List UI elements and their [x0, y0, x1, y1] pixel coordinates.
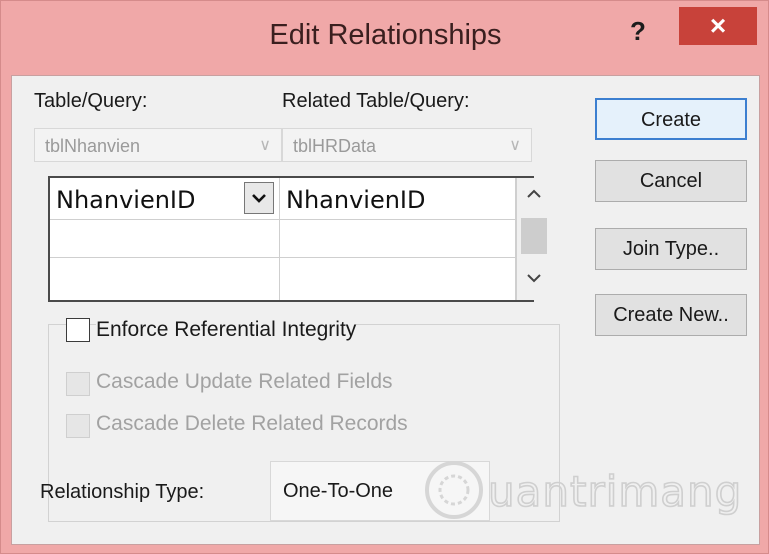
svg-text:uantrimang: uantrimang [488, 467, 742, 516]
join-type-button[interactable]: Join Type.. [595, 228, 747, 270]
watermark-logo: uantrimang [425, 461, 742, 519]
table-combo[interactable]: tblNhanvien ∨ [34, 128, 282, 162]
table-query-label: Table/Query: [34, 90, 148, 112]
cascade-delete-label: Cascade Delete Related Records [96, 412, 408, 435]
grid-cell-right[interactable] [280, 258, 516, 300]
grid-cell-left[interactable] [50, 220, 280, 258]
field-dropdown-button[interactable] [244, 182, 274, 214]
chevron-down-icon [252, 193, 266, 203]
cancel-button[interactable]: Cancel [595, 160, 747, 202]
chevron-down-icon: ∨ [509, 137, 521, 154]
enforce-integrity-label: Enforce Referential Integrity [96, 318, 357, 342]
title-bar[interactable]: Edit Relationships ? × [1, 1, 769, 75]
enforce-integrity-checkbox[interactable] [66, 318, 90, 342]
scroll-down-arrow-icon[interactable] [517, 268, 551, 298]
create-button[interactable]: Create [595, 98, 747, 140]
grid-cell-right[interactable] [280, 220, 516, 258]
grid-scrollbar[interactable] [516, 178, 552, 300]
relationship-type-label: Relationship Type: [40, 481, 205, 503]
cascade-update-checkbox[interactable] [66, 372, 90, 396]
grid-cell-right[interactable]: NhanvienID [280, 178, 516, 220]
related-table-combo-value: tblHRData [293, 136, 377, 156]
related-table-query-label: Related Table/Query: [282, 90, 470, 112]
left-field-value: NhanvienID [56, 186, 196, 214]
dialog-body: Table/Query: Related Table/Query: tblNha… [11, 75, 760, 545]
help-button[interactable]: ? [618, 13, 658, 49]
related-table-combo[interactable]: tblHRData ∨ [282, 128, 532, 162]
scroll-thumb[interactable] [521, 218, 547, 254]
table-combo-value: tblNhanvien [45, 136, 141, 156]
right-field-value: NhanvienID [286, 186, 426, 214]
cascade-update-label: Cascade Update Related Fields [96, 370, 393, 393]
grid-cell-left[interactable]: NhanvienID [50, 178, 280, 220]
grid-cell-left[interactable] [50, 258, 280, 300]
create-new-button[interactable]: Create New.. [595, 294, 747, 336]
edit-relationships-dialog: Edit Relationships ? × Table/Query: Rela… [0, 0, 769, 554]
cascade-delete-checkbox[interactable] [66, 414, 90, 438]
field-grid: NhanvienID NhanvienID [48, 176, 552, 302]
scroll-up-arrow-icon[interactable] [517, 184, 551, 214]
relationship-type-value: One-To-One [283, 480, 394, 502]
close-button[interactable]: × [679, 7, 757, 45]
chevron-down-icon: ∨ [259, 137, 271, 154]
